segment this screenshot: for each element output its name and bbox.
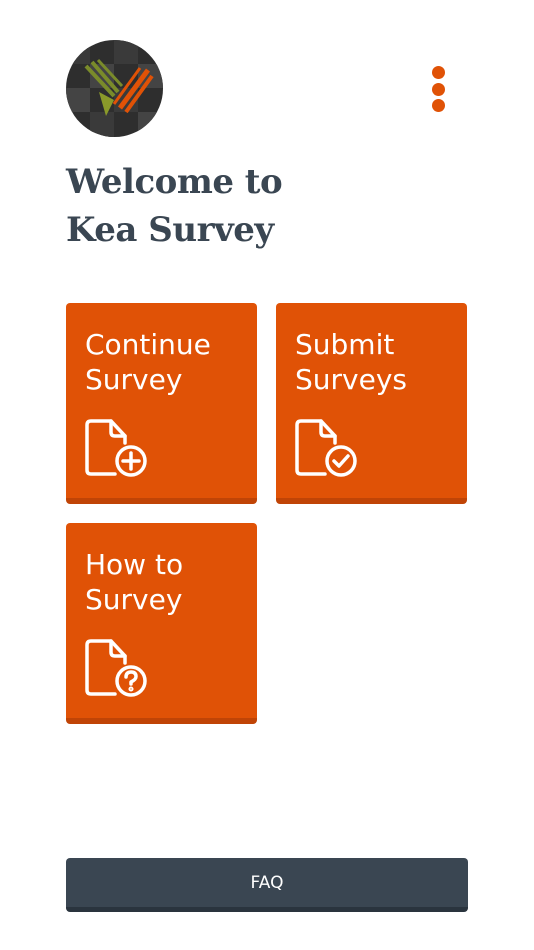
file-question-icon: [85, 639, 149, 699]
submit-surveys-tile[interactable]: Submit Surveys: [276, 303, 467, 504]
submit-surveys-label: Submit Surveys: [295, 328, 407, 396]
file-check-icon: [295, 419, 359, 479]
more-vertical-icon: [431, 99, 445, 112]
more-vertical-icon: [431, 82, 445, 96]
page-title: Welcome to Kea Survey: [66, 158, 406, 254]
faq-button[interactable]: FAQ: [66, 858, 468, 912]
more-vertical-icon: [431, 66, 445, 79]
file-plus-icon: [85, 419, 149, 479]
continue-survey-label: Continue Survey: [85, 328, 211, 396]
how-to-survey-tile[interactable]: How to Survey: [66, 523, 257, 724]
overflow-menu-button[interactable]: [420, 60, 456, 118]
how-to-survey-label: How to Survey: [85, 548, 184, 616]
continue-survey-tile[interactable]: Continue Survey: [66, 303, 257, 504]
page-title-line-2: Kea Survey: [66, 210, 274, 250]
app-logo: [66, 40, 163, 137]
kea-survey-logo-icon: [66, 40, 163, 137]
page-title-line-1: Welcome to: [66, 162, 283, 202]
